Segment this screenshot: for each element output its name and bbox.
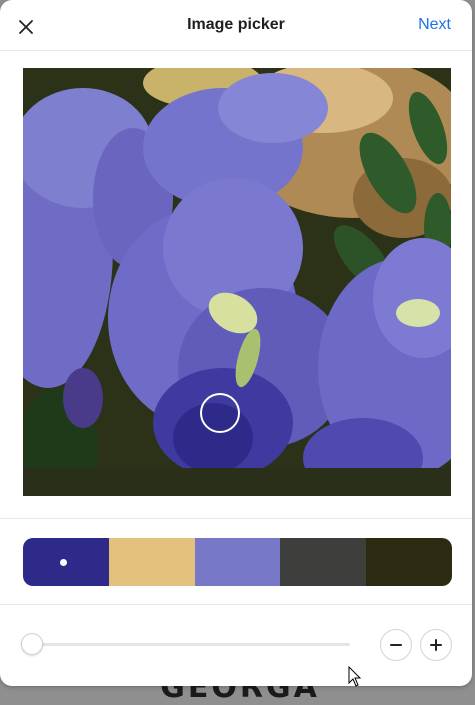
- divider: [0, 518, 472, 519]
- color-swatch-1[interactable]: [23, 538, 109, 586]
- color-swatch-5[interactable]: [366, 538, 452, 586]
- zoom-slider-track[interactable]: [33, 643, 350, 646]
- dialog-header: Image picker Next: [0, 0, 472, 51]
- image-picker-dialog: Image picker Next: [0, 0, 472, 686]
- selected-indicator-icon: [59, 558, 67, 566]
- color-palette: [23, 538, 452, 586]
- next-button[interactable]: Next: [418, 16, 451, 34]
- zoom-out-button[interactable]: [380, 629, 412, 661]
- flower-image: [23, 68, 451, 496]
- minus-icon: [390, 644, 402, 646]
- dialog-title: Image picker: [187, 16, 285, 33]
- color-picker-ring[interactable]: [200, 393, 240, 433]
- color-swatch-3[interactable]: [194, 538, 281, 586]
- plus-icon: [430, 639, 442, 651]
- image-preview[interactable]: [23, 68, 451, 496]
- mouse-cursor-icon: [348, 666, 362, 687]
- divider: [0, 604, 472, 605]
- color-swatch-2[interactable]: [108, 538, 195, 586]
- color-swatch-4[interactable]: [280, 538, 367, 586]
- zoom-slider-thumb[interactable]: [21, 633, 43, 655]
- zoom-in-button[interactable]: [420, 629, 452, 661]
